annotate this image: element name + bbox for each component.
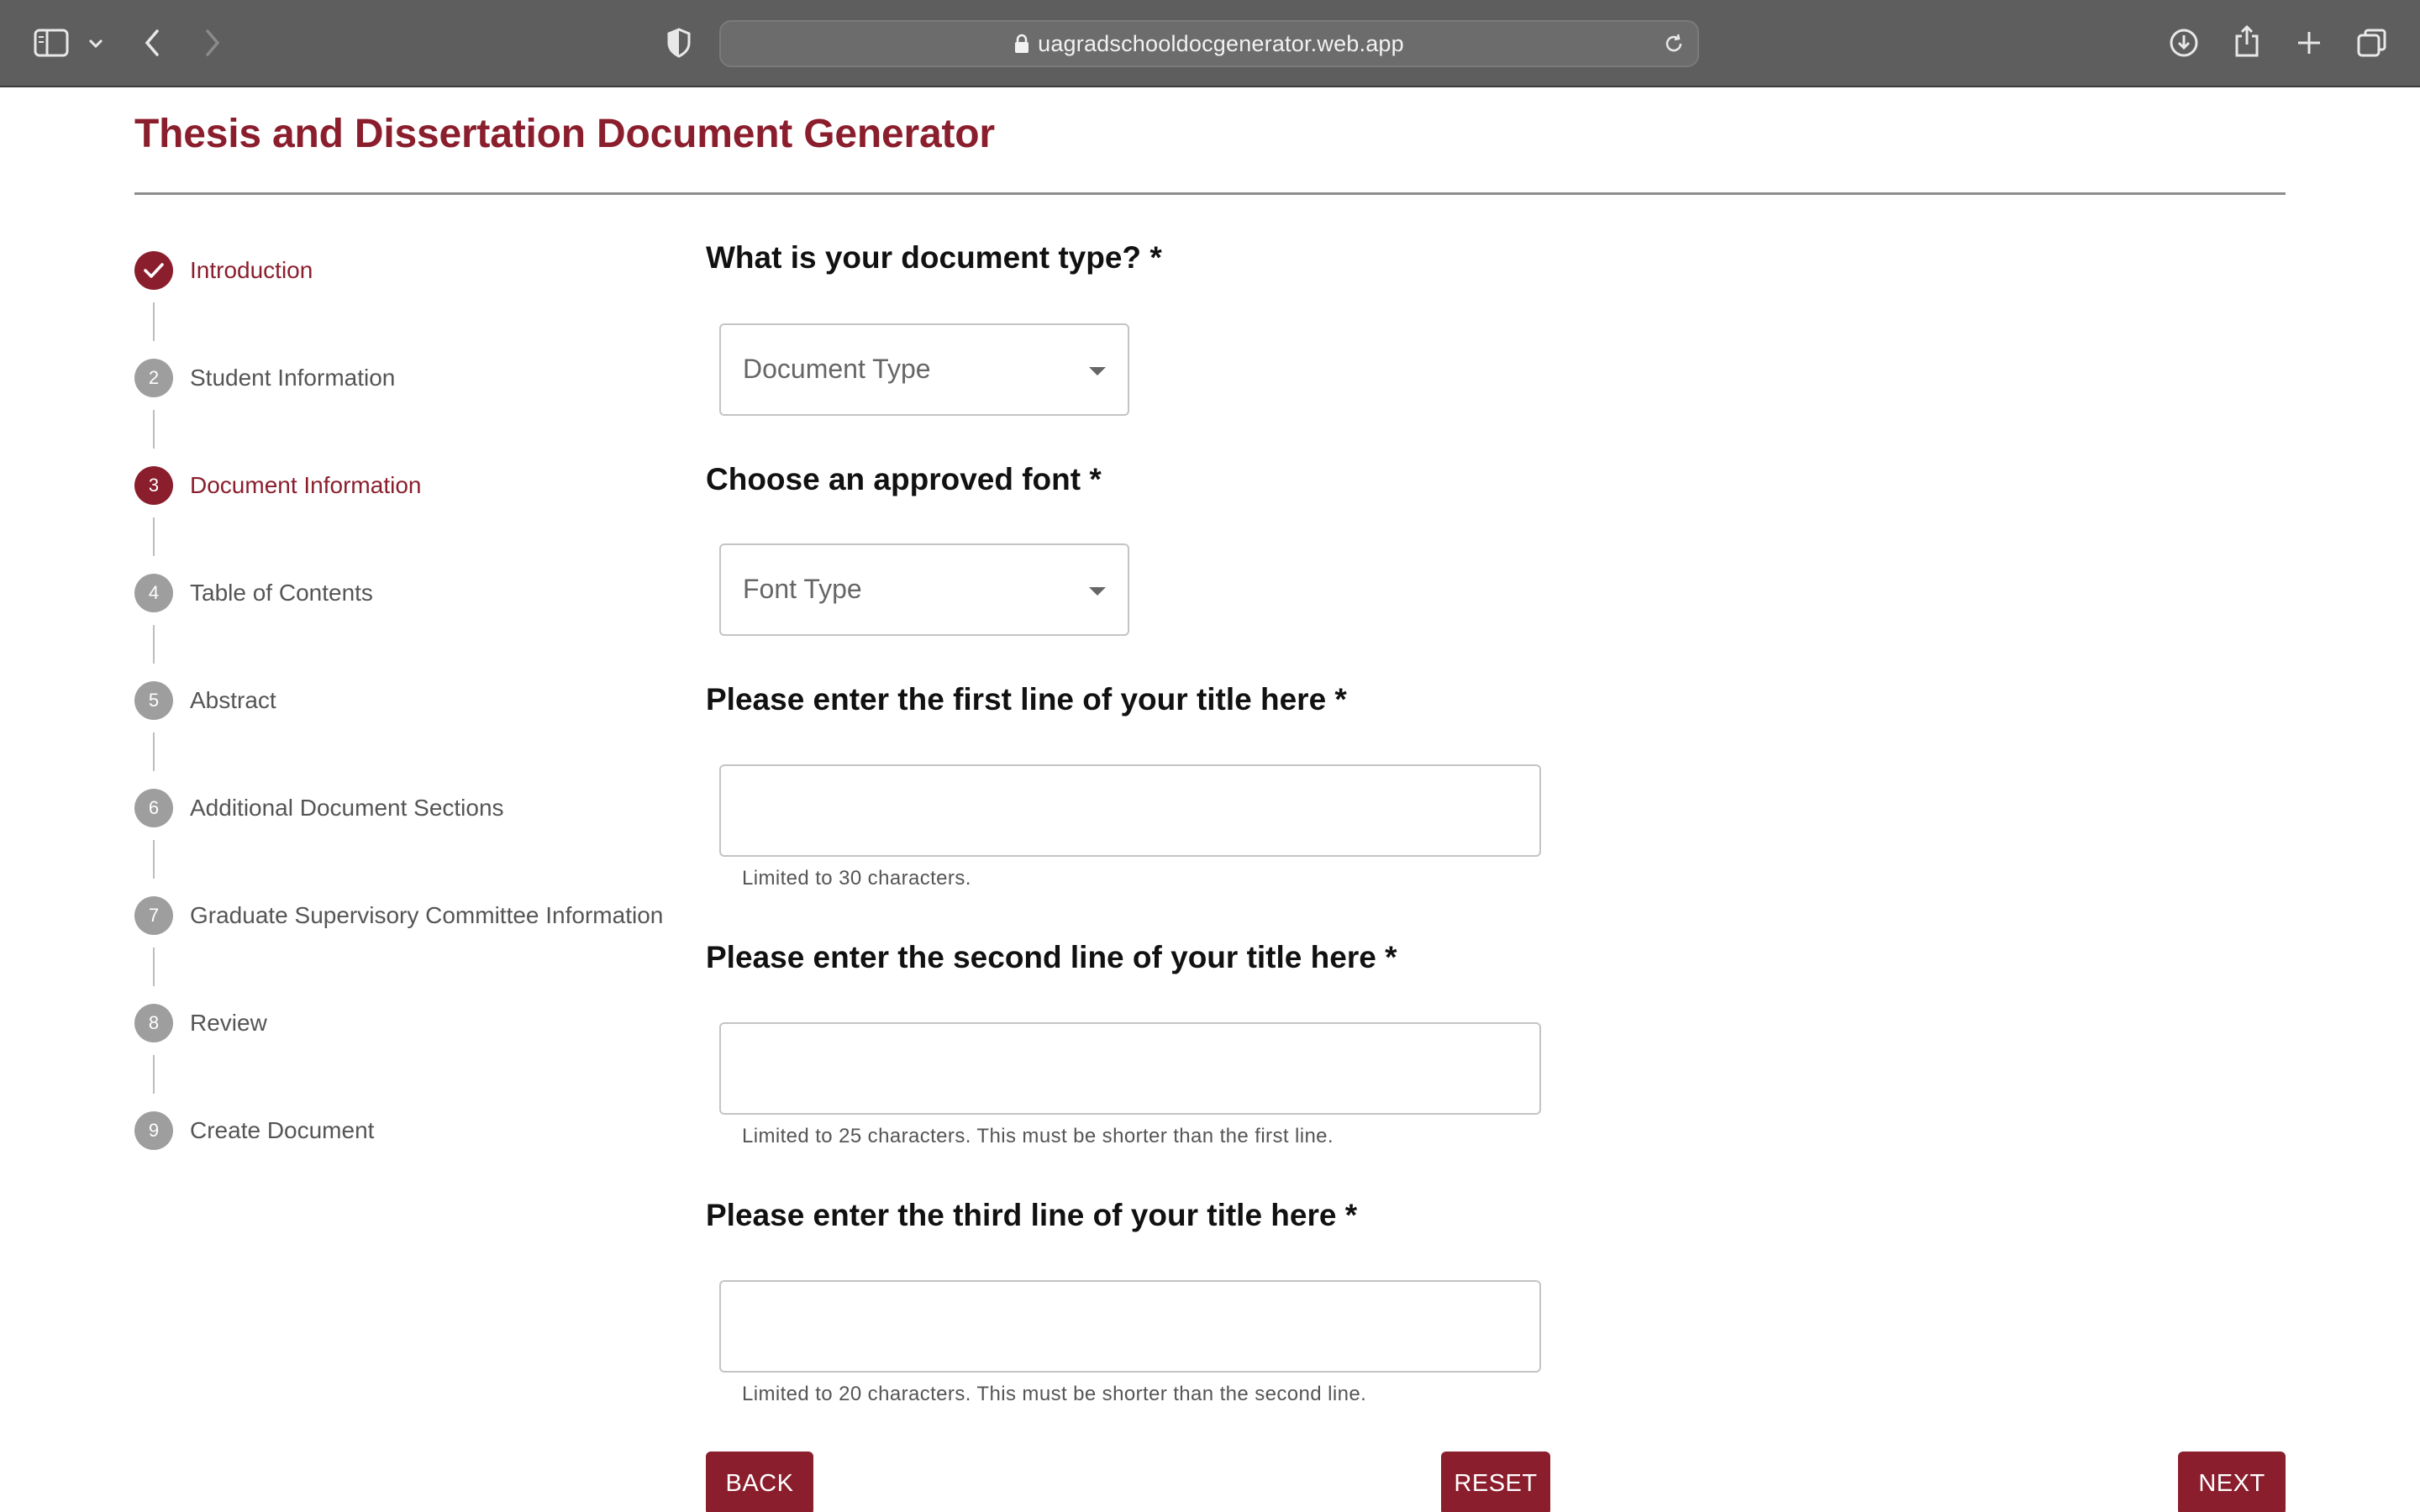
back-button[interactable]: BACK: [706, 1452, 813, 1512]
share-icon[interactable]: [2230, 22, 2264, 60]
title-divider: [134, 192, 2286, 195]
step-label: Review: [190, 1010, 267, 1036]
step-table-of-contents[interactable]: 4 Table of Contents: [134, 573, 373, 613]
check-icon: [134, 251, 173, 290]
title-line1-input[interactable]: [719, 764, 1541, 857]
step-label: Create Document: [190, 1117, 375, 1143]
page-title: Thesis and Dissertation Document Generat…: [134, 112, 995, 156]
step-number: 8: [134, 1004, 173, 1042]
sidebar-icon[interactable]: [32, 25, 71, 60]
browser-toolbar: uagradschooldocgenerator.web.app: [0, 0, 2420, 87]
step-label: Student Information: [190, 365, 396, 391]
step-abstract[interactable]: 5 Abstract: [134, 680, 276, 721]
title-line3-label: Please enter the third line of your titl…: [706, 1198, 1358, 1232]
step-connector: [153, 732, 155, 771]
step-label: Additional Document Sections: [190, 795, 504, 821]
doc-type-label: What is your document type? *: [706, 240, 1162, 275]
step-label: Document Information: [190, 472, 422, 498]
step-introduction[interactable]: Introduction: [134, 250, 313, 291]
address-bar[interactable]: uagradschooldocgenerator.web.app: [719, 20, 1699, 67]
title-line2-label: Please enter the second line of your tit…: [706, 940, 1397, 974]
forward-arrow-icon[interactable]: [200, 25, 225, 60]
title-line2-hint: Limited to 25 characters. This must be s…: [742, 1125, 1334, 1147]
step-label: Abstract: [190, 687, 276, 713]
step-document-information[interactable]: 3 Document Information: [134, 465, 421, 506]
dropdown-arrow-icon: [1089, 367, 1106, 375]
step-label: Introduction: [190, 257, 313, 283]
font-type-placeholder: Font Type: [743, 574, 862, 604]
font-type-select[interactable]: Font Type: [719, 543, 1129, 636]
reset-button[interactable]: RESET: [1441, 1452, 1550, 1512]
dropdown-arrow-icon: [1089, 587, 1106, 596]
title-line2-input[interactable]: [719, 1022, 1541, 1115]
step-connector: [153, 840, 155, 879]
title-line3-input[interactable]: [719, 1280, 1541, 1373]
lock-icon: [1014, 34, 1029, 54]
step-connector: [153, 410, 155, 449]
step-number: 3: [134, 466, 173, 505]
plus-icon[interactable]: [2292, 25, 2326, 60]
reload-icon[interactable]: [1662, 32, 1686, 60]
step-student-information[interactable]: 2 Student Information: [134, 358, 395, 398]
step-number: 5: [134, 681, 173, 720]
step-connector: [153, 517, 155, 556]
step-review[interactable]: 8 Review: [134, 1003, 267, 1043]
tabs-icon[interactable]: [2354, 25, 2390, 60]
step-create-document[interactable]: 9 Create Document: [134, 1110, 374, 1151]
step-number: 9: [134, 1111, 173, 1150]
step-number: 4: [134, 574, 173, 612]
step-connector: [153, 948, 155, 986]
chevron-down-icon[interactable]: [86, 34, 106, 54]
back-arrow-icon[interactable]: [139, 25, 165, 60]
step-label: Table of Contents: [190, 580, 373, 606]
shield-icon[interactable]: [664, 25, 694, 60]
step-number: 6: [134, 789, 173, 827]
step-graduate-supervisory-committee[interactable]: 7 Graduate Supervisory Committee Informa…: [134, 895, 663, 936]
document-type-select[interactable]: Document Type: [719, 323, 1129, 416]
title-line1-hint: Limited to 30 characters.: [742, 867, 971, 890]
step-additional-document-sections[interactable]: 6 Additional Document Sections: [134, 788, 504, 828]
step-number: 2: [134, 359, 173, 397]
font-label: Choose an approved font *: [706, 462, 1102, 496]
step-connector: [153, 302, 155, 341]
url-text: uagradschooldocgenerator.web.app: [1038, 30, 1404, 56]
step-connector: [153, 1055, 155, 1094]
step-label: Graduate Supervisory Committee Informati…: [190, 902, 664, 928]
download-icon[interactable]: [2166, 25, 2202, 60]
title-line1-label: Please enter the first line of your titl…: [706, 682, 1347, 717]
title-line3-hint: Limited to 20 characters. This must be s…: [742, 1383, 1367, 1405]
document-type-placeholder: Document Type: [743, 354, 931, 384]
step-connector: [153, 625, 155, 664]
step-number: 7: [134, 896, 173, 935]
next-button[interactable]: NEXT: [2178, 1452, 2286, 1512]
